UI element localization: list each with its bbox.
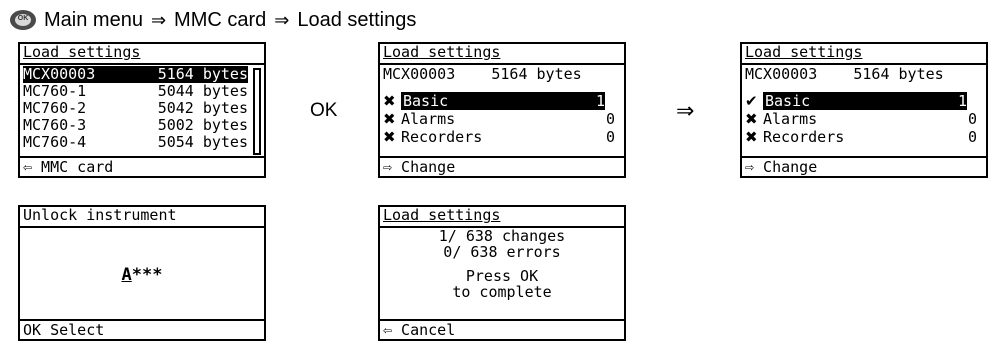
file-list-item[interactable]: MC760-2 5042 bytes xyxy=(23,100,248,117)
breadcrumb-separator: ⇒ xyxy=(150,9,167,31)
breadcrumb-separator: ⇒ xyxy=(274,9,290,31)
cross-icon: ✖ xyxy=(383,110,396,128)
ok-key-label: OK xyxy=(310,100,338,121)
lcd-screen-file-list: Load settings MCX00003 5164 bytes MC760-1… xyxy=(18,42,266,178)
arrow-icon: ⇒ xyxy=(676,98,695,123)
prompt-to-complete: to complete xyxy=(452,283,552,301)
option-basic[interactable]: ✔ Basic 1 xyxy=(745,92,977,110)
file-info: MCX00003 5164 bytes xyxy=(383,65,582,83)
footer-change[interactable]: ⇨ Change xyxy=(742,156,986,176)
screen-title: Unlock instrument xyxy=(23,206,177,224)
lcd-screen-progress: Load settings 1/ 638 changes 0/ 638 erro… xyxy=(378,205,626,341)
footer-cancel[interactable]: ⇦ Cancel xyxy=(380,319,624,339)
check-icon: ✔ xyxy=(745,92,758,110)
option-recorders[interactable]: ✖ Recorders 0 xyxy=(745,128,977,146)
screen-title: Load settings xyxy=(383,206,501,224)
screen-title: Load settings xyxy=(383,43,501,61)
file-list-item-selected[interactable]: MCX00003 5164 bytes xyxy=(23,66,248,83)
lcd-screen-options-checked: Load settings MCX00003 5164 bytes ✔ Basic… xyxy=(740,42,988,178)
breadcrumb: OK Main menu ⇒ MMC card ⇒ Load settings xyxy=(10,6,416,34)
footer-change[interactable]: ⇨ Change xyxy=(380,156,624,176)
cross-icon: ✖ xyxy=(383,128,396,146)
errors-count: 0/ 638 errors xyxy=(443,243,561,261)
breadcrumb-load-settings: Load settings xyxy=(297,8,417,31)
lcd-screen-options: Load settings MCX00003 5164 bytes ✖ Basic… xyxy=(378,42,626,178)
footer-ok-select[interactable]: OK Select xyxy=(20,319,264,339)
option-basic[interactable]: ✖ Basic 1 xyxy=(383,92,615,110)
option-recorders[interactable]: ✖ Recorders 0 xyxy=(383,128,615,146)
cross-icon: ✖ xyxy=(383,92,396,110)
breadcrumb-main-menu: Main menu xyxy=(44,8,143,31)
lcd-screen-unlock: Unlock instrument A*** OK Select xyxy=(18,205,266,341)
code-digits-masked: *** xyxy=(131,265,163,285)
code-digit-active[interactable]: A xyxy=(122,265,132,285)
screen-title: Load settings xyxy=(745,43,863,61)
screen-title: Load settings xyxy=(23,43,141,61)
code-entry[interactable]: A*** xyxy=(20,265,264,285)
file-list-item[interactable]: MC760-4 5054 bytes xyxy=(23,134,248,151)
ok-button-icon: OK xyxy=(10,10,36,30)
option-alarms[interactable]: ✖ Alarms 0 xyxy=(383,110,615,128)
file-list-item[interactable]: MC760-3 5002 bytes xyxy=(23,117,248,134)
file-info: MCX00003 5164 bytes xyxy=(745,65,944,83)
file-list-item[interactable]: MC760-1 5044 bytes xyxy=(23,83,248,100)
cross-icon: ✖ xyxy=(745,128,758,146)
breadcrumb-mmc-card: MMC card xyxy=(174,8,267,31)
scrollbar[interactable] xyxy=(253,68,261,155)
cross-icon: ✖ xyxy=(745,110,758,128)
option-alarms[interactable]: ✖ Alarms 0 xyxy=(745,110,977,128)
footer-back-mmc-card[interactable]: ⇦ MMC card xyxy=(20,156,264,176)
title-divider xyxy=(20,226,264,228)
